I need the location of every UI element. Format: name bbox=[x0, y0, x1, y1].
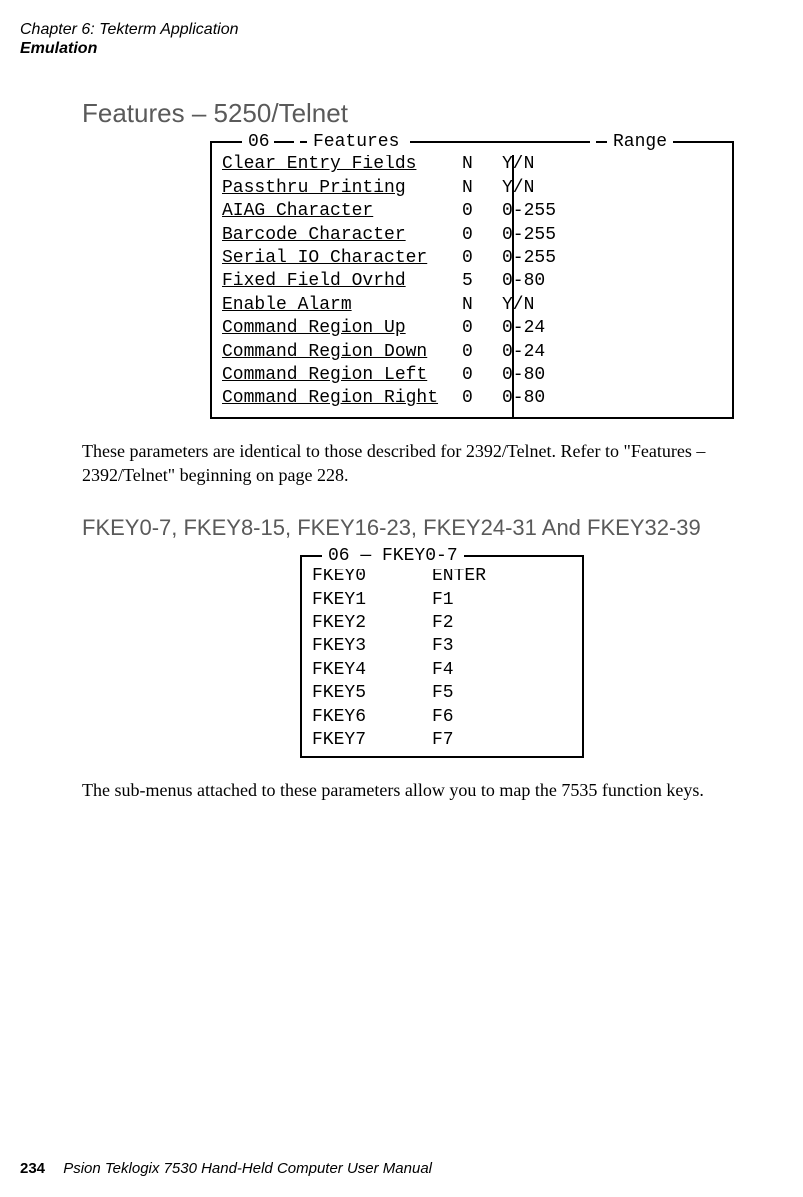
page-header: Chapter 6: Tekterm Application Emulation bbox=[20, 20, 783, 58]
legend-range: Range bbox=[607, 131, 673, 154]
paragraph-1: These parameters are identical to those … bbox=[82, 439, 773, 488]
table-row: FKEY1F1 bbox=[312, 589, 572, 612]
table-row: FKEY6F6 bbox=[312, 706, 572, 729]
legend-features: Features bbox=[307, 131, 596, 154]
table-row: FKEY3F3 bbox=[312, 635, 572, 658]
table-row: FKEY2F2 bbox=[312, 612, 572, 635]
fkey-heading: FKEY0-7, FKEY8-15, FKEY16-23, FKEY24-31 … bbox=[82, 515, 783, 541]
table-row: Barcode Character00-255 bbox=[222, 224, 722, 247]
page: Chapter 6: Tekterm Application Emulation… bbox=[0, 0, 803, 1197]
page-number: 234 bbox=[20, 1160, 45, 1177]
fkey-box: 06 — FKEY0-7 FKEY0ENTER FKEY1F1 FKEY2F2 … bbox=[300, 555, 584, 758]
table-row: Command Region Right00-80 bbox=[222, 387, 722, 410]
table-row: Enable AlarmNY/N bbox=[222, 294, 722, 317]
legend-06: 06 bbox=[242, 131, 300, 154]
section-title-5250: Features – 5250/Telnet bbox=[82, 98, 783, 129]
table-row: Command Region Up00-24 bbox=[222, 317, 722, 340]
features-box: 06 Features Range Clear Entry FieldsNY/N… bbox=[210, 141, 734, 418]
paragraph-2: The sub-menus attached to these paramete… bbox=[82, 778, 773, 802]
table-row: Passthru PrintingNY/N bbox=[222, 177, 722, 200]
dash-icon bbox=[274, 141, 294, 143]
table-row: FKEY7F7 bbox=[312, 729, 572, 752]
table-row: FKEY0ENTER bbox=[312, 565, 572, 588]
table-row: FKEY4F4 bbox=[312, 659, 572, 682]
table-row: Command Region Left00-80 bbox=[222, 364, 722, 387]
long-dash-icon bbox=[410, 141, 590, 143]
table-row: Clear Entry FieldsNY/N bbox=[222, 153, 722, 176]
footer: 234 Psion Teklogix 7530 Hand-Held Comput… bbox=[20, 1160, 432, 1177]
table-row: FKEY5F5 bbox=[312, 682, 572, 705]
table-row: Fixed Field Ovrhd50-80 bbox=[222, 270, 722, 293]
table-row: Serial IO Character00-255 bbox=[222, 247, 722, 270]
fkey-legend: 06 — FKEY0-7 bbox=[322, 545, 464, 568]
table-row: Command Region Down00-24 bbox=[222, 341, 722, 364]
chapter-line: Chapter 6: Tekterm Application bbox=[20, 20, 783, 39]
manual-title: Psion Teklogix 7530 Hand-Held Computer U… bbox=[63, 1160, 432, 1177]
vline bbox=[512, 143, 514, 416]
table-row: AIAG Character00-255 bbox=[222, 200, 722, 223]
section-line: Emulation bbox=[20, 39, 783, 58]
